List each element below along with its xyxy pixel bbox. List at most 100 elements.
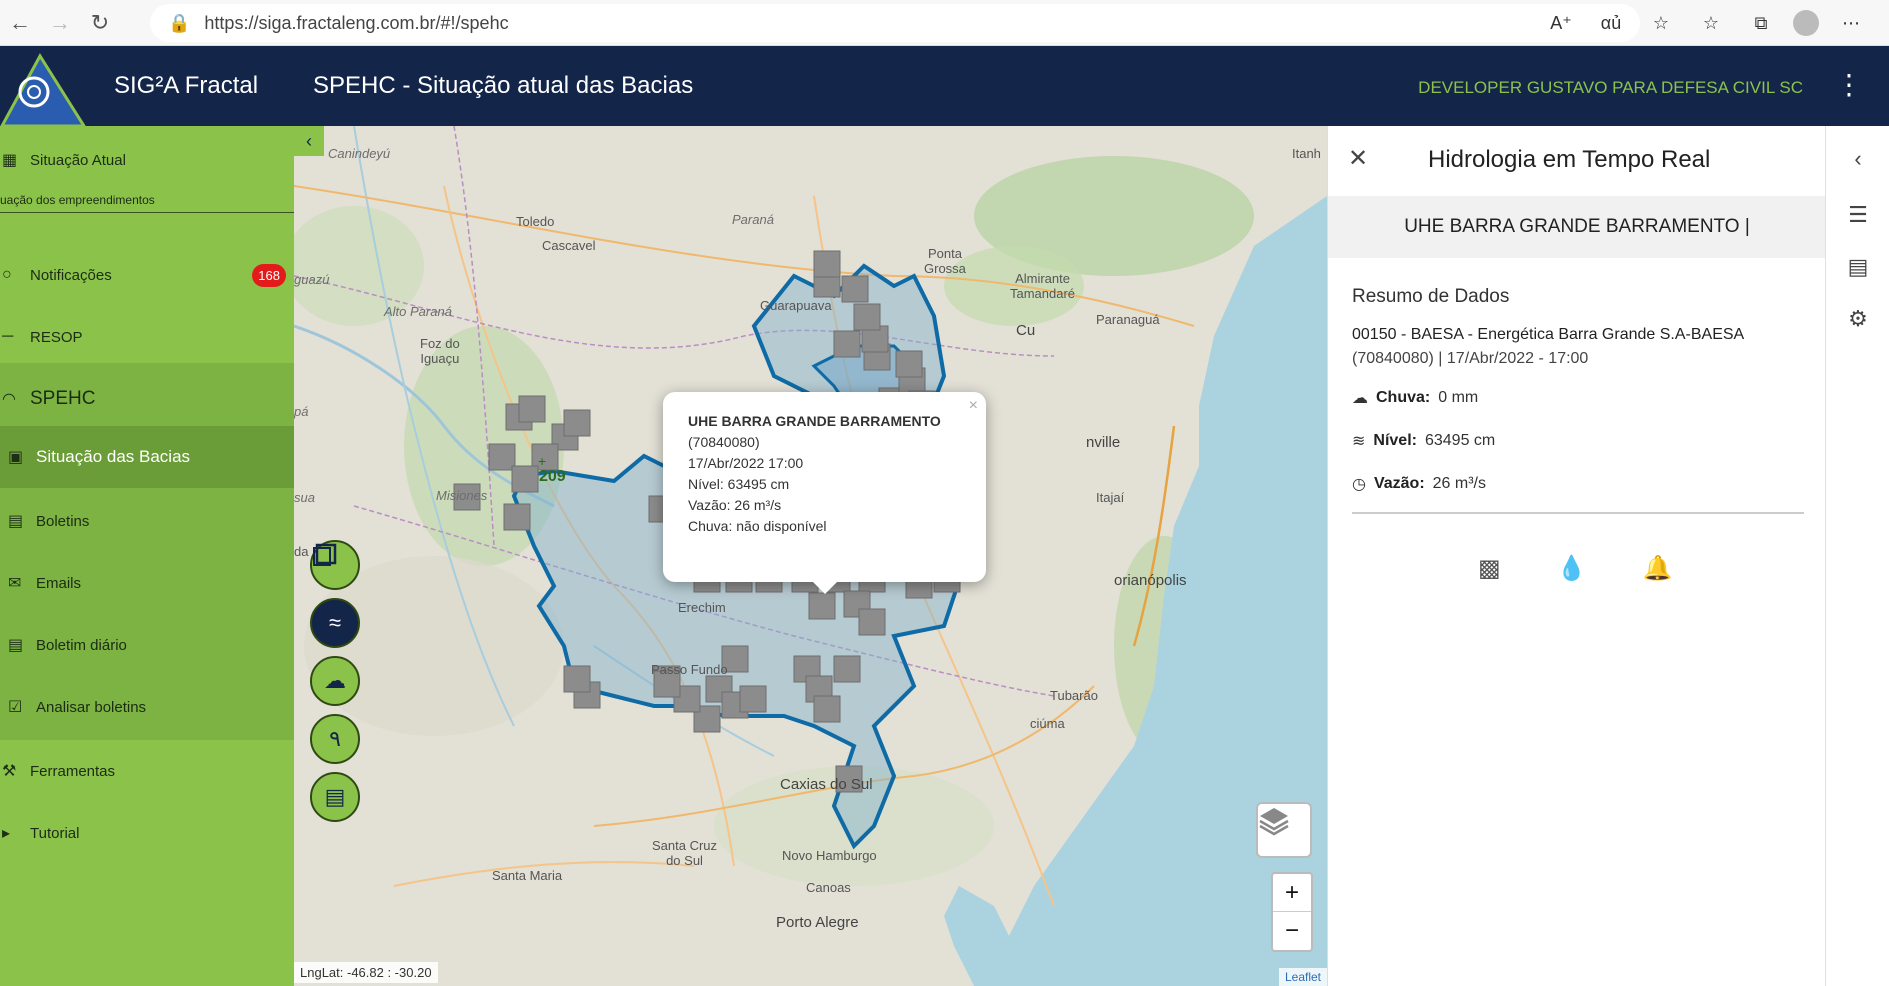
sidebar-item-label: Ferramentas [30, 762, 116, 780]
sidebar-item-label: Tutorial [30, 824, 80, 842]
map-label: Guarapuava [760, 298, 832, 313]
sidebar-item-situacao-bacias[interactable]: ▣ Situação das Bacias [0, 442, 294, 472]
map-label: Canoas [806, 880, 851, 895]
map-label: Itanh [1292, 146, 1321, 161]
map-label: Itajaí [1096, 490, 1125, 505]
browser-toolbar: ← → ↻ 🔒 https://siga.fractaleng.com.br/#… [0, 0, 1889, 46]
sidebar-item-label: Situação Atual [30, 151, 126, 169]
water-level-icon: ≋ [1352, 433, 1366, 450]
card-icon[interactable]: ▤ [1826, 254, 1889, 280]
bar-chart-icon[interactable]: ▩ [1478, 554, 1501, 583]
station-popup: × UHE BARRA GRANDE BARRAMENTO (70840080)… [663, 392, 986, 594]
sidebar-item-label: Analisar boletins [36, 698, 147, 716]
sidebar-item-spehc[interactable]: ◠ SPEHC [0, 382, 294, 416]
station-full-name: 00150 - BAESA - Energética Barra Grande … [1352, 326, 1745, 343]
station-name: UHE BARRA GRANDE BARRAMENTO | [1404, 216, 1750, 237]
zoom-out-button[interactable]: − [1273, 912, 1311, 950]
sidebar-item-resop[interactable]: ─ RESOP [0, 322, 294, 352]
map-canvas[interactable]: 209 + Canindeyú Toledo Paraná Cascavel P… [294, 126, 1327, 986]
sidebar-item-analisar-boletins[interactable]: ☑ Analisar boletins [0, 692, 294, 722]
app-header: SIG²A Fractal SPEHC - Situação atual das… [0, 46, 1889, 126]
sidebar-item-boletins[interactable]: ▤ Boletins [0, 506, 294, 536]
map-label: Novo Hamburgo [782, 848, 877, 863]
rain-cloud-icon: ☁ [1352, 390, 1368, 407]
map-label: Paraná [732, 212, 774, 227]
collapse-sidebar-button[interactable]: ‹ [294, 126, 324, 156]
close-icon[interactable]: ✕ [1348, 144, 1368, 173]
cyclone-icon: ٩ [329, 726, 341, 751]
right-toolbar: ‹ ☰ ▤ ⚙ [1825, 126, 1889, 986]
map-label: Cu [1016, 322, 1036, 339]
filter-icon[interactable]: ☰ [1826, 202, 1889, 228]
gear-icon[interactable]: ⚙ [1826, 306, 1889, 332]
chuva-value: 0 mm [1438, 389, 1479, 406]
station-meta: (70840080) | 17/Abr/2022 - 17:00 [1352, 350, 1589, 367]
translate-icon[interactable]: αủ [1593, 13, 1629, 34]
station-selector[interactable]: UHE BARRA GRANDE BARRAMENTO | [1328, 196, 1826, 258]
sidebar-item-situacao-atual[interactable]: ▦ Situação Atual [0, 146, 294, 174]
map-label: guazú [294, 272, 330, 287]
sidebar-item-ferramentas[interactable]: ⚒ Ferramentas [0, 756, 294, 786]
map-label: da [294, 544, 309, 559]
map-label: Santa Cruz do Sul [652, 838, 718, 868]
counter-icon [313, 543, 337, 566]
map-label: Santa Maria [492, 868, 563, 883]
reload-icon[interactable]: ↻ [80, 3, 120, 43]
collections-icon[interactable]: ⧉ [1743, 13, 1779, 34]
sidebar: ▦ Situação Atual uação dos empreendiment… [0, 126, 294, 986]
map-label: Ponta Grossa [924, 246, 966, 276]
sidebar-subcaption[interactable]: uação dos empreendimentos [0, 193, 155, 207]
popup-datetime: 17/Abr/2022 17:00 [688, 455, 804, 471]
bulletin-layer-button[interactable] [310, 540, 360, 590]
map-label: Paranaguá [1096, 312, 1160, 327]
address-bar[interactable]: 🔒 https://siga.fractaleng.com.br/#!/speh… [150, 4, 1640, 42]
map-label: Passo Fundo [651, 662, 728, 677]
favorites-icon[interactable]: ☆ [1693, 13, 1729, 34]
sidebar-item-tutorial[interactable]: ▸ Tutorial [0, 818, 294, 848]
sidebar-item-boletim-diario[interactable]: ▤ Boletim diário [0, 630, 294, 660]
back-icon[interactable]: ← [0, 3, 40, 43]
coordinate-readout: LngLat: -46.82 : -30.20 [294, 962, 438, 983]
divider [0, 212, 294, 213]
logo-icon [0, 53, 86, 126]
popup-title: UHE BARRA GRANDE BARRAMENTO [688, 413, 941, 429]
spehc-submenu [0, 363, 294, 740]
zoom-in-button[interactable]: + [1273, 874, 1311, 912]
nivel-value: 63495 cm [1424, 432, 1496, 449]
forward-icon[interactable]: → [40, 3, 80, 43]
popup-vazao: Vazão: 26 m³/s [688, 497, 782, 513]
sidebar-item-label: Boletins [36, 512, 90, 530]
app-name: SIG²A Fractal [114, 72, 259, 99]
document-icon: ▤ [8, 637, 24, 654]
attribution-link[interactable]: Leaflet [1278, 968, 1327, 986]
check-document-icon: ☑ [8, 699, 23, 716]
page-title: SPEHC - Situação atual das Bacias [313, 72, 694, 99]
more-icon[interactable]: ⋯ [1833, 13, 1869, 34]
read-aloud-icon[interactable]: A⁺ [1543, 13, 1579, 34]
map-label: ciúma [1030, 716, 1065, 731]
rain-layer-button[interactable]: ☁ [310, 656, 360, 706]
sidebar-item-emails[interactable]: ✉ Emails [0, 568, 294, 598]
hydrology-layer-button[interactable]: ≈ [310, 598, 360, 648]
user-name[interactable]: DEVELOPER GUSTAVO PARA DEFESA CIVIL SC [1418, 78, 1803, 98]
bell-icon: ○ [2, 266, 12, 283]
kebab-menu-icon[interactable]: ⋮ [1835, 68, 1863, 101]
profile-avatar[interactable] [1793, 10, 1819, 36]
nivel-row: ≋ Nível: 63495 cm [1352, 431, 1495, 451]
sidebar-item-label: RESOP [30, 328, 83, 346]
popup-code: (70840080) [688, 434, 760, 450]
map-label: nville [1086, 434, 1121, 451]
zoom-control: + − [1271, 872, 1313, 952]
chevron-left-icon[interactable]: ‹ [1826, 146, 1889, 172]
email-icon: ✉ [8, 575, 22, 592]
layers-button[interactable] [1256, 802, 1312, 858]
bell-icon[interactable]: 🔔 [1643, 554, 1673, 583]
sidebar-item-notificacoes[interactable]: ○ Notificações 168 [0, 260, 294, 290]
storm-layer-button[interactable]: ٩ [310, 714, 360, 764]
map-label: orianópolis [1114, 572, 1187, 589]
close-icon[interactable]: × [969, 395, 978, 416]
map-label: Alto Paraná [384, 304, 452, 319]
favorite-add-icon[interactable]: ☆ [1643, 13, 1679, 34]
water-drop-icon[interactable]: 💧 [1557, 554, 1587, 583]
clipboard-button[interactable]: ▤ [310, 772, 360, 822]
